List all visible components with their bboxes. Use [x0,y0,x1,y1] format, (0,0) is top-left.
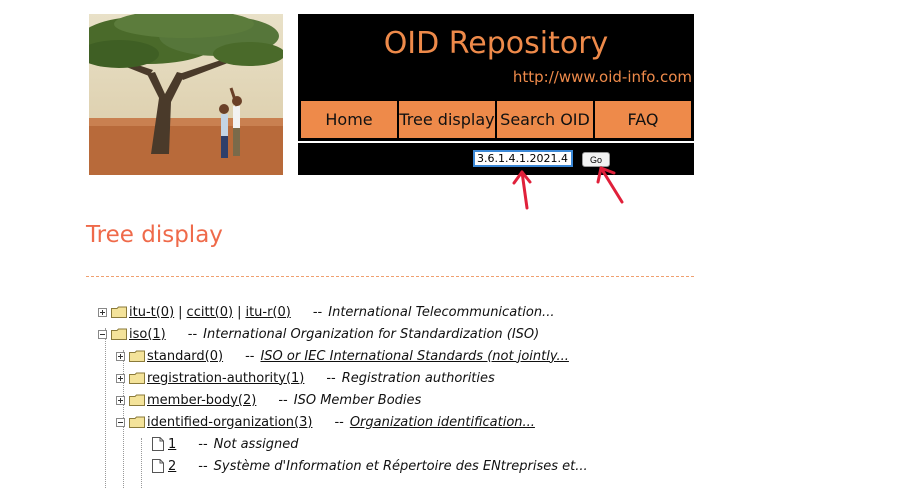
tree-link-itu-r[interactable]: itu-r(0) [245,305,290,320]
oid-search-bar: Go [298,143,694,175]
tree-row: 2 -- Système d'Information et Répertoire … [152,455,588,477]
tree-link-itu-t[interactable]: itu-t(0) [129,305,174,320]
collapse-icon[interactable] [116,417,125,427]
tree-row: iso(1) -- International Organization for … [98,323,539,345]
tree-link-registration-authority[interactable]: registration-authority(1) [147,371,304,386]
tree-link-identified-organization[interactable]: identified-organization(3) [147,415,312,430]
tree-row: standard(0) -- ISO or IEC International S… [116,345,569,367]
nav-faq[interactable]: FAQ [594,100,692,139]
tree-desc: -- International Organization for Standar… [187,326,540,342]
site-banner: OID Repository http://www.oid-info.com [298,14,694,98]
tree-desc: -- Système d'Information et Répertoire de… [198,458,588,474]
tree-desc: -- Not assigned [198,436,299,452]
site-title: OID Repository [383,26,609,61]
site-url[interactable]: http://www.oid-info.com [513,68,692,86]
document-icon [152,437,164,451]
document-icon [152,459,164,473]
expand-icon[interactable] [116,395,125,405]
tree-row: itu-t(0) | ccitt(0) | itu-r(0) -- Interna… [98,301,554,323]
page-title: Tree display [86,222,223,248]
tree-link-ccitt[interactable]: ccitt(0) [187,305,234,320]
main-nav: Home Tree display Search OID FAQ [298,98,694,141]
nav-home[interactable]: Home [300,100,398,139]
folder-icon [129,394,145,406]
expand-icon[interactable] [98,307,107,317]
tree-row: 1 -- Not assigned [152,433,298,455]
oid-input[interactable] [473,150,573,167]
tree-link-iso[interactable]: iso(1) [129,327,166,342]
header-photo [89,14,283,175]
tree-desc: -- ISO Member Bodies [278,392,422,408]
tree-desc: -- ISO or IEC International Standards (no… [245,348,569,364]
nav-search-oid[interactable]: Search OID [496,100,594,139]
tree-link-member-body[interactable]: member-body(2) [147,393,256,408]
expand-icon[interactable] [116,373,125,383]
folder-icon [111,306,127,318]
tree-link-standard[interactable]: standard(0) [147,349,223,364]
folder-open-icon [111,328,127,340]
tree-desc: -- International Telecommunication... [312,304,555,320]
nav-tree-display[interactable]: Tree display [398,100,496,139]
folder-open-icon [129,416,145,428]
divider [86,276,694,277]
tree-row: identified-organization(3) -- Organizatio… [116,411,535,433]
tree-link-1[interactable]: 1 [168,437,176,452]
expand-icon[interactable] [116,351,125,361]
separator: | [178,304,183,320]
tree-row: registration-authority(1) -- Registration… [116,367,495,389]
folder-icon [129,350,145,362]
go-button[interactable]: Go [582,152,610,167]
collapse-icon[interactable] [98,329,107,339]
tree-row: member-body(2) -- ISO Member Bodies [116,389,421,411]
tree-desc: -- Organization identification... [334,414,535,430]
tree-desc: -- Registration authorities [326,370,495,386]
separator: | [237,304,242,320]
tree-link-2[interactable]: 2 [168,459,176,474]
folder-icon [129,372,145,384]
